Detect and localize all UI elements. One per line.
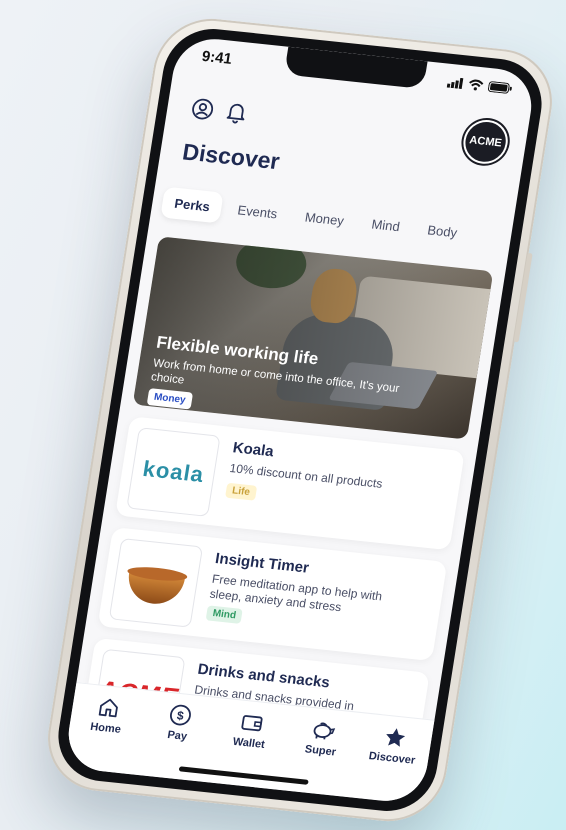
koala-logo: koala <box>126 427 221 517</box>
dollar-icon: $ <box>169 704 191 726</box>
system-icons <box>446 76 513 94</box>
svg-text:$: $ <box>176 708 185 723</box>
nav-pay-label: Pay <box>166 728 188 743</box>
profile-icon <box>192 98 214 120</box>
app-screen: 9:41 ACME Discover Perks Events Money Mi… <box>63 35 537 805</box>
perk-card-insight-timer[interactable]: Insight Timer Free meditation app to hel… <box>97 527 448 662</box>
nav-super[interactable]: Super <box>284 716 355 796</box>
company-logo[interactable]: ACME <box>460 117 511 166</box>
phone-mockup: 9:41 ACME Discover Perks Events Money Mi… <box>40 13 560 827</box>
nav-discover-label: Discover <box>367 750 417 767</box>
tab-money[interactable]: Money <box>291 200 359 237</box>
featured-banner[interactable]: Flexible working life Work from home or … <box>132 236 494 440</box>
tab-perks[interactable]: Perks <box>160 186 225 224</box>
perk-card-koala[interactable]: koala Koala 10% discount on all products… <box>115 416 465 551</box>
page-title: Discover <box>180 138 282 175</box>
perk-description: 10% discount on all products <box>228 460 384 491</box>
wallet-icon <box>241 715 263 732</box>
bowl-icon <box>124 571 186 607</box>
nav-wallet-label: Wallet <box>231 735 266 752</box>
signal-icon <box>446 77 464 89</box>
perk-tag: Life <box>225 482 257 501</box>
star-icon <box>386 728 406 747</box>
notifications-button[interactable] <box>221 98 251 126</box>
nav-home[interactable]: Home <box>69 694 140 774</box>
perk-title: Koala <box>231 439 275 461</box>
nav-home-label: Home <box>89 720 122 736</box>
nav-discover[interactable]: Discover <box>355 724 426 804</box>
singing-bowl-image <box>108 537 204 628</box>
nav-super-label: Super <box>303 743 337 759</box>
status-time: 9:41 <box>200 47 234 68</box>
bell-icon <box>226 103 245 124</box>
perk-tag: Mind <box>205 605 244 624</box>
piggy-bank-icon <box>313 722 336 740</box>
home-icon <box>98 698 118 718</box>
tab-body[interactable]: Body <box>413 213 471 249</box>
tab-events[interactable]: Events <box>223 193 291 230</box>
battery-icon <box>488 80 512 94</box>
profile-button[interactable] <box>188 95 218 123</box>
koala-logo-text: koala <box>141 455 206 488</box>
tab-mind[interactable]: Mind <box>357 207 414 243</box>
wifi-icon <box>469 79 484 90</box>
